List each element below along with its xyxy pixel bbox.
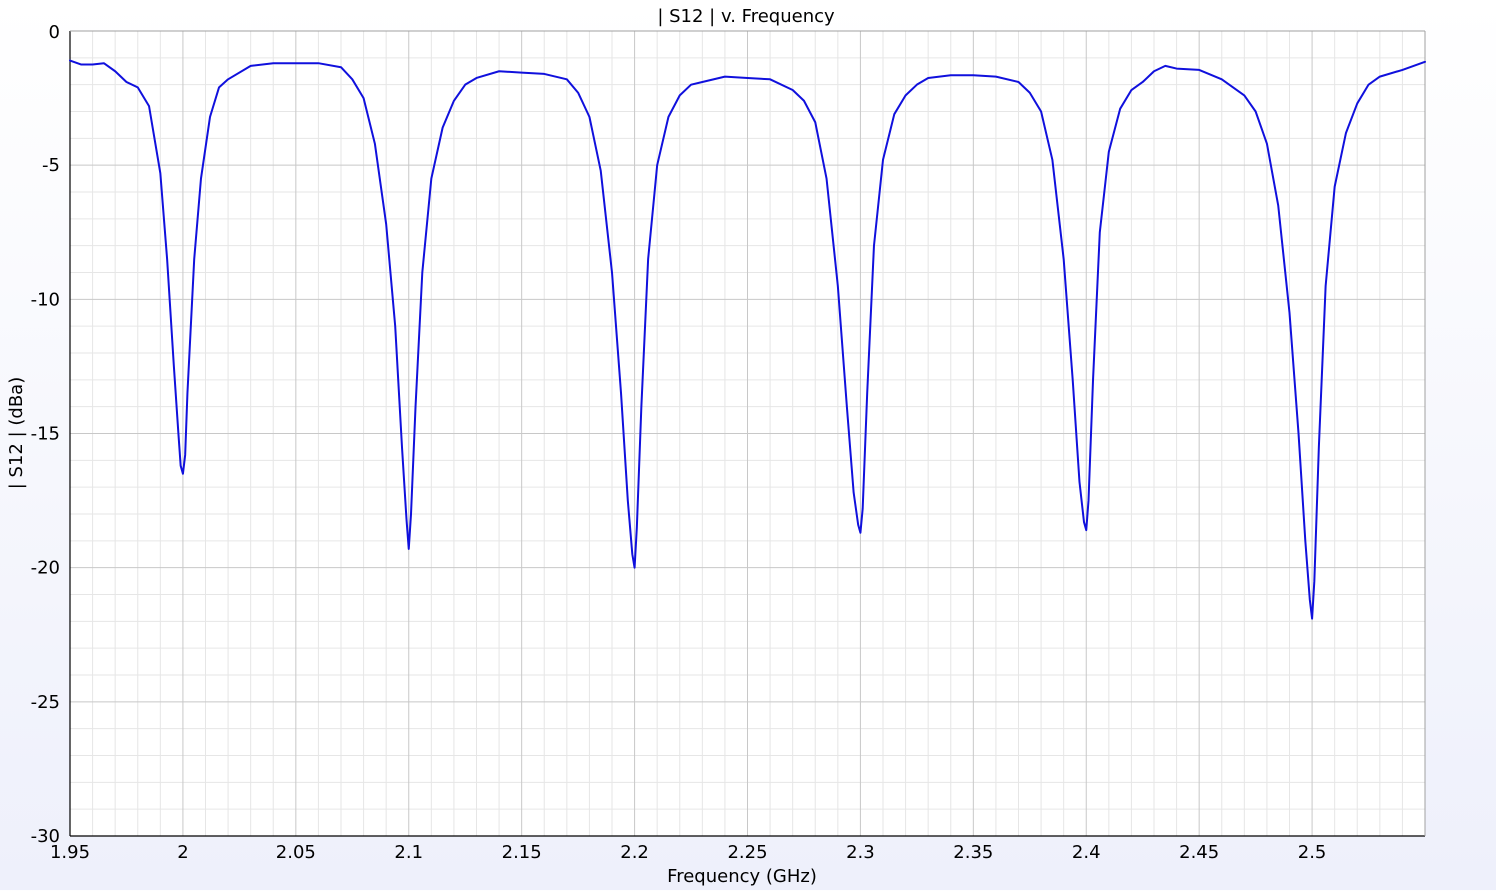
- x-tick-label: 2: [177, 842, 188, 863]
- y-tick-label: -20: [31, 558, 60, 579]
- grid: [69, 30, 1425, 837]
- x-tick-label: 2.25: [727, 842, 767, 863]
- x-tick-label: 2.05: [276, 842, 316, 863]
- y-tick-label: -15: [31, 424, 60, 445]
- x-tick-label: 2.3: [846, 842, 875, 863]
- y-tick-label: -25: [31, 692, 60, 713]
- x-tick-label: 2.1: [394, 842, 423, 863]
- x-tick-label: 2.15: [502, 842, 542, 863]
- s12-frequency-chart: 1.95 2 2.05 2.1 2.15 2.2 2.25 2.3 2.35 2.4 2.45 2.5…: [6, 6, 1426, 887]
- x-tick-label: 2.4: [1072, 842, 1101, 863]
- y-tick-label: 0: [49, 22, 60, 43]
- chart-title: | S12 | v. Frequency: [657, 6, 835, 27]
- x-tick-label: 2.35: [953, 842, 993, 863]
- chart-container: 1.95 2 2.05 2.1 2.15 2.2 2.25 2.3 2.35 2.4 2.45 2.5…: [0, 0, 1496, 890]
- x-tick-label: 2.2: [620, 842, 649, 863]
- x-tick-label: 2.45: [1179, 842, 1219, 863]
- y-axis-title: | S12 | (dBa): [6, 377, 27, 489]
- x-tick-label: 2.5: [1298, 842, 1327, 863]
- y-tick-label: -5: [42, 155, 60, 176]
- y-tick-label: -30: [31, 826, 60, 847]
- x-axis-title: Frequency (GHz): [667, 866, 817, 887]
- y-tick-label: -10: [31, 289, 60, 310]
